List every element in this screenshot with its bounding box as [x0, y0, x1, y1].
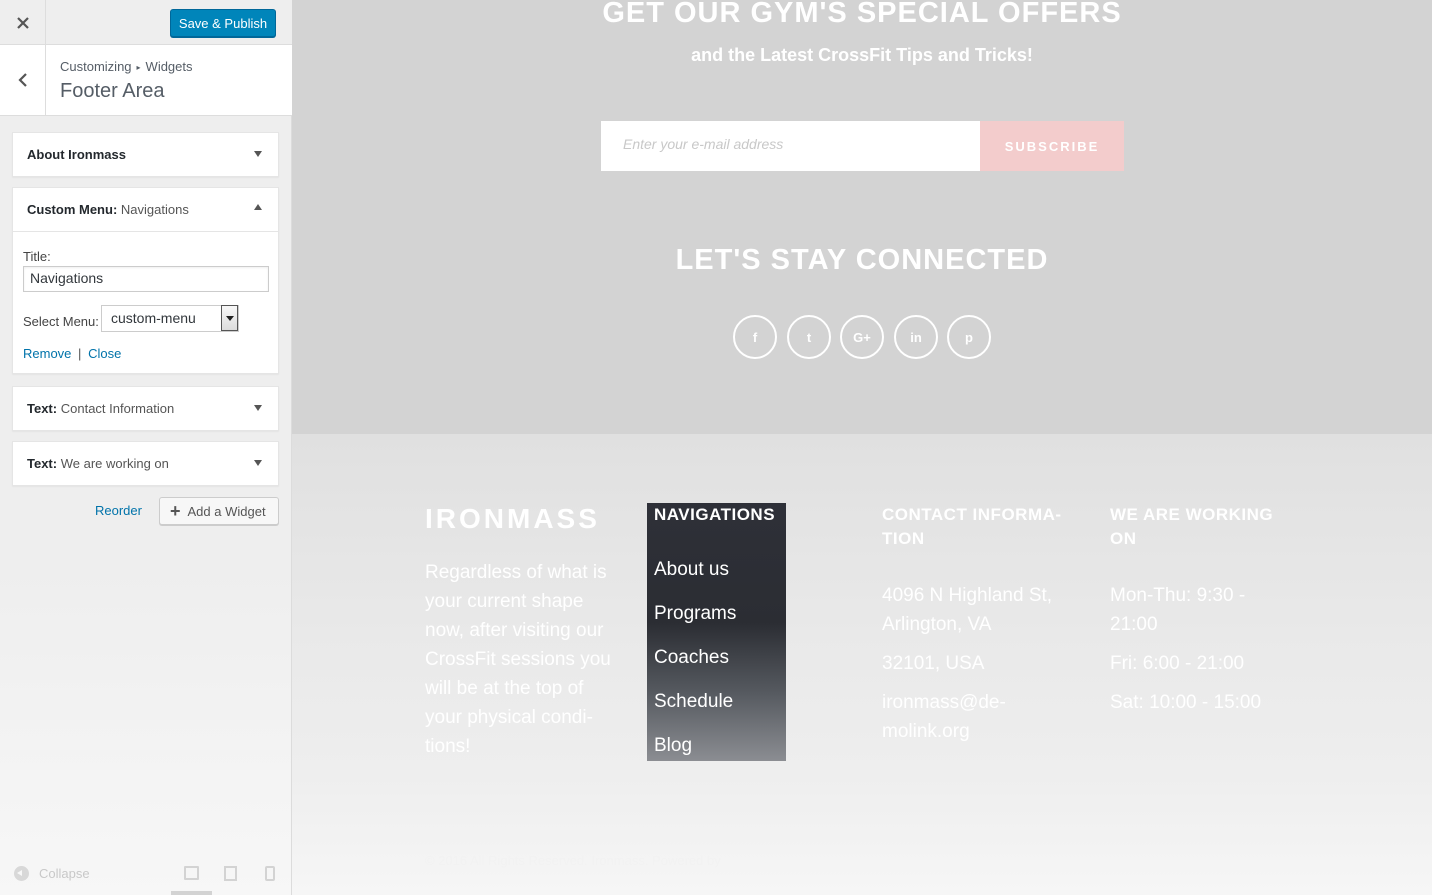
widget-title: Text: We are working on — [27, 456, 169, 471]
hours-saturday: Sat: 10:00 - 15:00 — [1110, 692, 1262, 713]
section-title: Footer Area — [60, 80, 165, 102]
plus-icon: + — [170, 501, 181, 521]
widget-type: Text: — [27, 456, 58, 471]
breadcrumb: Customizing ▸ Widgets — [60, 59, 193, 74]
save-publish-button[interactable]: Save & Publish — [170, 9, 276, 37]
nav-item[interactable]: Schedule — [654, 691, 733, 713]
hours-weekdays: Mon-Thu: 9:30 - 21:00 — [1110, 585, 1246, 635]
twitter-icon[interactable]: t — [787, 315, 831, 359]
select-menu-dropdown[interactable]: custom-menu — [101, 305, 239, 332]
widget-header[interactable]: About Ironmass — [13, 133, 278, 176]
widget-title: Custom Menu: Navigations — [27, 202, 189, 217]
section-header: Customizing ▸ Widgets Footer Area — [0, 45, 292, 116]
nav-item[interactable]: About us — [654, 559, 729, 581]
collapse-icon — [14, 866, 29, 881]
breadcrumb-child: Widgets — [145, 59, 193, 74]
expand-arrow-icon[interactable] — [254, 460, 262, 466]
nav-item[interactable]: Programs — [654, 603, 736, 625]
title-input[interactable]: Navigations — [23, 266, 269, 292]
widget-type: Custom Menu: — [27, 202, 118, 217]
collapse-arrow-icon[interactable] — [254, 204, 262, 210]
nav-item[interactable]: Coaches — [654, 647, 729, 669]
hours-friday: Fri: 6:00 - 21:00 — [1110, 653, 1245, 674]
breadcrumb-root: Customizing — [60, 59, 132, 74]
collapse-button[interactable]: Collapse — [14, 866, 90, 881]
collapse-label: Collapse — [39, 866, 90, 881]
footer-about-text: Regardless of what is your current shape… — [425, 562, 611, 757]
footer-navigation-widget: NAVIGATIONS About us Programs Coaches Sc… — [647, 503, 786, 761]
mobile-preview-icon[interactable] — [265, 866, 275, 881]
linkedin-icon[interactable]: in — [894, 315, 938, 359]
add-widget-button[interactable]: + Add a Widget — [159, 497, 279, 525]
remove-link[interactable]: Remove — [23, 346, 71, 361]
widget-working-hours[interactable]: Text: We are working on — [12, 441, 279, 486]
tablet-preview-icon[interactable] — [224, 866, 237, 881]
expand-arrow-icon[interactable] — [254, 151, 262, 157]
customizer-footer: Collapse — [0, 852, 292, 895]
widget-title: About Ironmass — [27, 147, 126, 162]
add-widget-label: Add a Widget — [187, 503, 266, 519]
widget-instance-name: Navigations — [120, 202, 189, 217]
contact-title: CONTACT INFORMA-TION — [882, 505, 1062, 548]
back-button[interactable] — [0, 45, 46, 115]
select-menu-label: Select Menu: — [23, 314, 99, 329]
widget-type: Text: — [27, 401, 58, 416]
widget-contact-information[interactable]: Text: Contact Information — [12, 386, 279, 431]
widget-header[interactable]: Text: We are working on — [13, 442, 278, 485]
close-icon — [16, 16, 29, 29]
widget-instance-name: Contact Information — [60, 401, 175, 416]
chevron-left-icon — [17, 73, 27, 87]
pinterest-icon[interactable]: p — [947, 315, 991, 359]
widget-custom-menu[interactable]: Custom Menu: Navigations Title: Navigati… — [12, 187, 279, 374]
widget-title: Text: Contact Information — [27, 401, 174, 416]
offers-subtitle: and the Latest CrossFit Tips and Tricks! — [691, 45, 1033, 65]
hours-title: WE ARE WORKING ON — [1110, 505, 1274, 548]
close-customizer-button[interactable] — [0, 0, 46, 45]
connected-title: LET'S STAY CONNECTED — [675, 244, 1049, 276]
email-input[interactable]: Enter your e-mail address — [601, 121, 980, 171]
contact-email[interactable]: ironmass@de-molink.org — [882, 688, 1032, 746]
widget-actions: Remove | Close — [23, 346, 121, 361]
widget-header[interactable]: Text: Contact Information — [13, 387, 278, 430]
customizer-sidebar: Save & Publish Customizing ▸ Widgets Foote… — [0, 0, 292, 895]
reorder-link[interactable]: Reorder — [95, 503, 142, 518]
facebook-icon[interactable]: f — [733, 315, 777, 359]
widget-form: Title: Navigations Select Menu: custom-m… — [13, 231, 278, 373]
nav-item[interactable]: Blog — [654, 735, 692, 757]
breadcrumb-separator-icon: ▸ — [136, 63, 141, 72]
footer-brand: IRONMASS — [425, 503, 600, 534]
contact-address: 4096 N Highland St, Arlington, VA — [882, 585, 1053, 635]
widget-about-ironmass[interactable]: About Ironmass — [12, 132, 279, 177]
widget-header[interactable]: Custom Menu: Navigations — [13, 188, 278, 231]
widget-instance-name: We are working on — [60, 456, 169, 471]
customizer-topbar: Save & Publish — [0, 0, 292, 45]
offers-title: GET OUR GYM'S SPECIAL OFFERS — [602, 0, 1122, 29]
desktop-preview-icon[interactable] — [184, 866, 199, 880]
google-plus-icon[interactable]: G+ — [840, 315, 884, 359]
dropdown-arrow-icon[interactable] — [221, 305, 238, 331]
site-preview: GET OUR GYM'S SPECIAL OFFERS and the Lat… — [292, 0, 1432, 895]
select-menu-value: custom-menu — [111, 310, 196, 326]
close-link[interactable]: Close — [88, 346, 121, 361]
expand-arrow-icon[interactable] — [254, 405, 262, 411]
site-footer: IRONMASS Regardless of what is your curr… — [292, 434, 1432, 895]
subscribe-button[interactable]: SUBSCRIBE — [980, 121, 1124, 171]
active-device-indicator — [171, 891, 212, 895]
contact-zip: 32101, USA — [882, 653, 985, 674]
nav-title: NAVIGATIONS — [654, 505, 776, 524]
actions-separator: | — [78, 346, 82, 361]
title-label: Title: — [23, 249, 51, 264]
copyright-text: © 2016 All Rights Reserved. Ironmass. Po… — [425, 853, 721, 868]
